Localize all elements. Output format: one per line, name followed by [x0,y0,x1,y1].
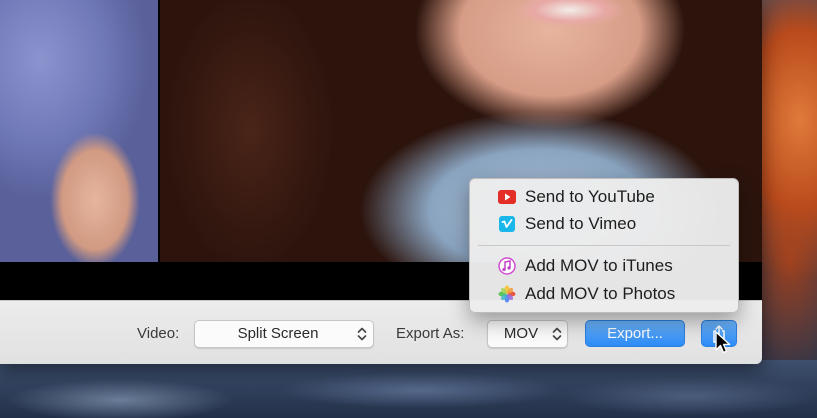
export-as-label: Export As: [396,325,465,342]
vimeo-icon [499,216,515,232]
mouse-cursor-icon [715,331,731,354]
menu-item-label: Send to Vimeo [525,214,637,233]
up-down-arrows-icon [552,327,562,341]
menu-item-send-to-vimeo[interactable]: Send to Vimeo [470,211,738,237]
menu-item-add-to-photos[interactable]: Add MOV to Photos [470,281,738,307]
video-label: Video: [137,325,180,342]
video-layout-value: Split Screen [237,325,319,342]
menu-separator [478,245,730,246]
menu-item-label: Send to YouTube [525,187,655,206]
menu-item-send-to-youtube[interactable]: Send to YouTube [470,184,738,210]
export-format-value: MOV [503,325,539,342]
menu-item-label: Add MOV to Photos [525,284,676,303]
menu-item-label: Add MOV to iTunes [525,256,673,275]
export-button[interactable]: Export... [585,320,685,347]
export-format-select[interactable]: MOV [487,320,568,348]
youtube-icon [498,190,516,204]
wallpaper-rocks [0,360,817,418]
share-menu: Send to YouTube Send to Vimeo Add MOV to… [469,178,739,313]
video-pane-left [0,0,158,262]
itunes-icon [498,257,516,275]
photos-icon [498,285,516,303]
video-layout-select[interactable]: Split Screen [194,320,374,348]
up-down-arrows-icon [357,327,367,341]
menu-item-add-to-itunes[interactable]: Add MOV to iTunes [470,253,738,279]
